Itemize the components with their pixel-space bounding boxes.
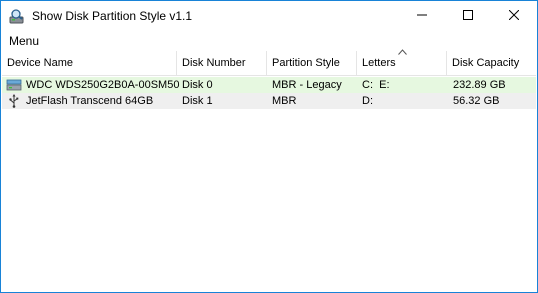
- hard-drive-icon: [6, 78, 22, 92]
- window-title: Show Disk Partition Style v1.1: [32, 9, 193, 23]
- letters-cell: C: E:: [362, 79, 390, 91]
- title-bar[interactable]: Show Disk Partition Style v1.1: [1, 1, 537, 31]
- table-row[interactable]: JetFlash Transcend 64GB Disk 1 MBR D: 56…: [2, 93, 536, 109]
- app-window: Show Disk Partition Style v1.1 Menu Devi…: [0, 0, 538, 293]
- menu-bar: Menu: [1, 32, 537, 50]
- disk-list-view[interactable]: Device Name Disk Number Partition Style …: [2, 48, 536, 291]
- minimize-button[interactable]: [399, 1, 445, 31]
- close-button[interactable]: [491, 1, 537, 31]
- partition-style-cell: MBR: [272, 95, 297, 107]
- disk-capacity-cell: 232.89 GB: [453, 79, 506, 91]
- disk-capacity-cell: 56.32 GB: [453, 95, 500, 107]
- device-name-cell: WDC WDS250G2B0A-00SM50: [26, 79, 180, 91]
- letters-cell: D:: [362, 95, 373, 107]
- column-header-partition-style[interactable]: Partition Style: [267, 51, 357, 75]
- table-row[interactable]: WDC WDS250G2B0A-00SM50 Disk 0 MBR - Lega…: [2, 77, 536, 93]
- column-header-device-name[interactable]: Device Name: [2, 51, 177, 75]
- sort-ascending-icon: [398, 48, 407, 57]
- usb-icon: [6, 94, 22, 108]
- disk-number-cell: Disk 0: [182, 79, 213, 91]
- column-header-disk-number[interactable]: Disk Number: [177, 51, 267, 75]
- partition-style-cell: MBR - Legacy: [272, 79, 342, 91]
- column-header-disk-capacity[interactable]: Disk Capacity: [447, 51, 536, 75]
- device-name-cell: JetFlash Transcend 64GB: [26, 95, 154, 107]
- maximize-button[interactable]: [445, 1, 491, 31]
- disk-magnifier-icon[interactable]: [9, 8, 26, 25]
- list-header: Device Name Disk Number Partition Style …: [2, 48, 536, 76]
- maximize-icon: [463, 9, 473, 23]
- close-icon: [508, 9, 520, 23]
- menu-item-menu[interactable]: Menu: [9, 34, 39, 48]
- minimize-icon: [417, 10, 427, 23]
- disk-number-cell: Disk 1: [182, 95, 213, 107]
